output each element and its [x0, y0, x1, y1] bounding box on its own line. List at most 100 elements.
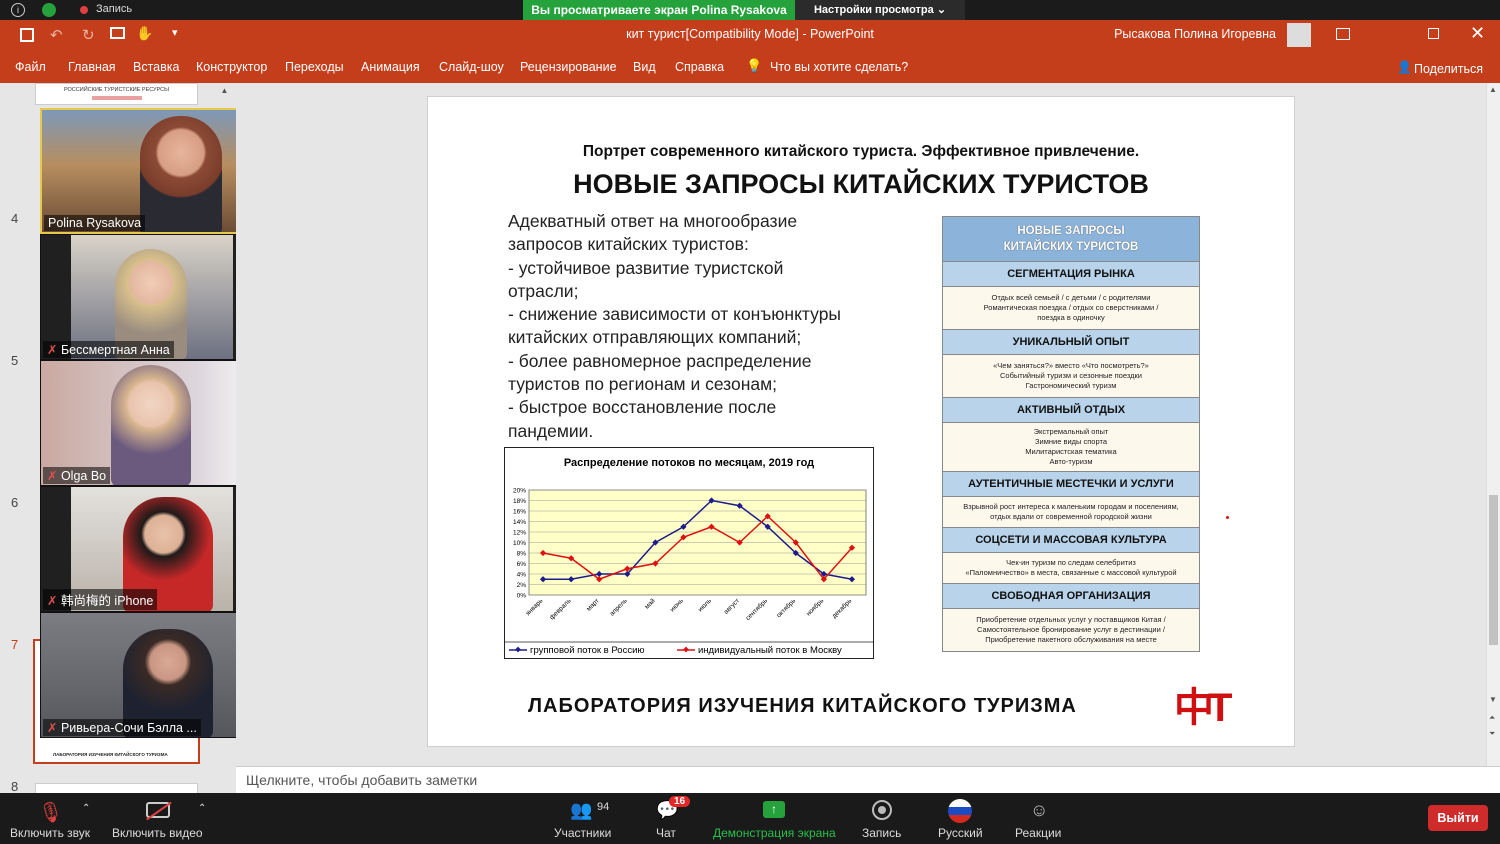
thumbs-scroll-up-icon[interactable]: ▲ [218, 86, 231, 99]
leave-button[interactable]: Выйти [1428, 805, 1488, 831]
record-button[interactable]: Запись [862, 826, 901, 840]
undo-icon[interactable]: ↶ [50, 26, 63, 44]
video-tile[interactable]: ✗ Ривьера-Сочи Бэлла ... [40, 612, 264, 738]
x-tick-label: июль [697, 597, 713, 613]
participant-name: Polina Rysakova [44, 215, 146, 231]
share-button[interactable]: Поделиться [1414, 62, 1483, 76]
slide[interactable]: Портрет современного китайского туриста.… [427, 96, 1295, 747]
tab-slideshow[interactable]: Слайд-шоу [439, 60, 504, 74]
body-line: отрасли; [508, 280, 579, 301]
tab-transitions[interactable]: Переходы [285, 60, 344, 74]
close-icon[interactable]: ✕ [1470, 23, 1485, 44]
scroll-down-icon[interactable]: ▼ [1489, 695, 1497, 704]
x-tick-label: январь [525, 597, 545, 617]
tab-design[interactable]: Конструктор [196, 60, 267, 74]
tell-me-input[interactable]: Что вы хотите сделать? [770, 60, 908, 74]
present-icon[interactable] [110, 27, 125, 39]
slide-number: 5 [11, 353, 19, 368]
record-status: Запись [96, 3, 133, 15]
video-off-icon[interactable] [146, 801, 172, 821]
y-tick-label: 4% [517, 572, 527, 579]
section-body: Чек-ин туризм по следам селебритиз «Палом… [943, 552, 1199, 583]
chat-badge: 16 [669, 796, 691, 807]
reactions-button[interactable]: Реакции [1015, 826, 1061, 840]
section-body: Взрывной рост интереса к маленьким город… [943, 496, 1199, 527]
slide-scrollbar[interactable]: ▲ ▼ ⏶ ⏷ [1486, 83, 1500, 766]
prev-slide-icon[interactable]: ⏶ [1489, 713, 1495, 723]
y-tick-label: 8% [517, 551, 527, 558]
section-line: Чек-ин туризм по следам селебритиз [1006, 558, 1136, 567]
customize-qat-icon[interactable]: ▾ [172, 26, 178, 39]
share-banner: Вы просматриваете экран Polina Rysakova [523, 0, 795, 20]
section-header: АУТЕНТИЧНЫЕ МЕСТЕЧКИ И УСЛУГИ [943, 471, 1199, 496]
video-tile[interactable]: Polina Rysakova [40, 108, 264, 234]
participants-button[interactable]: Участники [554, 826, 611, 840]
y-tick-label: 2% [517, 582, 527, 589]
body-line: - снижение зависимости от конъюнктуры [508, 304, 842, 325]
x-tick-label: июнь [669, 597, 685, 613]
section-line: поездка в одиночку [1037, 313, 1105, 322]
restore-icon[interactable] [1428, 28, 1439, 39]
tab-home[interactable]: Главная [68, 60, 116, 74]
touch-icon[interactable]: ✋ [136, 25, 153, 42]
participants-icon[interactable]: 👥 [570, 800, 592, 821]
thumb-footer: ЛАБОРАТОРИЯ ИЗУЧЕНИЯ КИТАЙСКОГО ТУРИЗМА [53, 752, 168, 757]
ribbon-display-icon[interactable] [1336, 28, 1350, 40]
x-tick-label: март [585, 597, 600, 612]
share-screen-button[interactable]: Демонстрация экрана [713, 826, 836, 840]
slide-number: 4 [11, 211, 19, 226]
info-icon[interactable]: i [11, 3, 25, 17]
legend-marker [683, 646, 689, 653]
language-button[interactable]: Русский [938, 826, 983, 840]
section-header: СОЦСЕТИ И МАССОВАЯ КУЛЬТУРА [943, 527, 1199, 552]
scroll-up-icon[interactable]: ▲ [1489, 85, 1497, 94]
requests-box: НОВЫЕ ЗАПРОСЫ КИТАЙСКИХ ТУРИСТОВ СЕГМЕНТА… [942, 216, 1200, 652]
participants-count: 94 [597, 801, 610, 813]
tab-file[interactable]: Файл [15, 60, 46, 74]
section-line: Взрывной рост интереса к маленьким город… [963, 502, 1179, 511]
user-name[interactable]: Рысакова Полина Игоревна [1100, 27, 1276, 41]
shield-icon[interactable] [42, 3, 56, 17]
section-body: «Чем заняться?» вместо «Что посмотреть?»… [943, 354, 1199, 397]
record-icon[interactable] [872, 800, 892, 820]
video-tile[interactable]: ✗ Olga Bo [40, 360, 264, 486]
body-line: - более равномерное распределение [508, 350, 812, 371]
share-screen-icon[interactable]: ↑ [763, 801, 785, 818]
mic-muted-icon[interactable]: 🎙 [38, 800, 63, 825]
section-line: Зимние виды спорта [1035, 437, 1107, 446]
ribbon-tabs: Файл Главная Вставка Конструктор Переход… [0, 50, 1500, 83]
scroll-thumb[interactable] [1489, 495, 1498, 645]
y-tick-label: 12% [513, 530, 526, 537]
mute-button[interactable]: Включить звук [10, 826, 90, 840]
section-line: Милитаристская тематика [1025, 447, 1117, 456]
tab-animations[interactable]: Анимация [361, 60, 420, 74]
view-options-button[interactable]: Настройки просмотра ⌄ [795, 0, 965, 20]
tab-review[interactable]: Рецензирование [520, 60, 617, 74]
video-tile[interactable]: ✗ Бессмертная Анна [40, 234, 264, 360]
chat-button[interactable]: Чат [656, 826, 676, 840]
tab-help[interactable]: Справка [675, 60, 724, 74]
slide-thumbnail-3[interactable]: РОССИЙСКИЕ ТУРИСТСКИЕ РЕСУРСЫ [35, 83, 198, 105]
russian-flag-icon[interactable] [948, 799, 972, 823]
mic-options-icon[interactable]: ⌃ [82, 803, 90, 814]
slide-footer: ЛАБОРАТОРИЯ ИЗУЧЕНИЯ КИТАЙСКОГО ТУРИЗМА [528, 695, 1077, 717]
tab-view[interactable]: Вид [633, 60, 656, 74]
avatar[interactable] [1287, 23, 1311, 47]
next-slide-icon[interactable]: ⏷ [1489, 729, 1495, 739]
slide-title: НОВЫЕ ЗАПРОСЫ КИТАЙСКИХ ТУРИСТОВ [573, 169, 1149, 199]
tab-insert[interactable]: Вставка [133, 60, 179, 74]
notes-input[interactable]: Щелкните, чтобы добавить заметки [236, 766, 1500, 793]
video-button[interactable]: Включить видео [112, 826, 203, 840]
participant-name: ✗ 韩尚梅的 iPhone [43, 589, 158, 610]
video-tile[interactable]: ✗ 韩尚梅的 iPhone [40, 486, 264, 612]
redo-icon[interactable]: ↻ [82, 26, 95, 44]
save-icon[interactable] [20, 28, 34, 42]
section-line: Отдых всей семьей / с детьми / с родител… [991, 293, 1151, 302]
section-body: Экстремальный опыт Зимние виды спорта Мили… [943, 422, 1199, 471]
legend-label: индивидуальный поток в Москву [698, 645, 842, 656]
muted-mic-icon: ✗ [47, 343, 61, 357]
video-options-icon[interactable]: ⌃ [198, 803, 206, 814]
section-line: Событийный туризм и сезонные поездки [1000, 371, 1142, 380]
slide-number: 7 [11, 637, 19, 652]
reactions-icon[interactable]: ☺ [1030, 800, 1048, 821]
